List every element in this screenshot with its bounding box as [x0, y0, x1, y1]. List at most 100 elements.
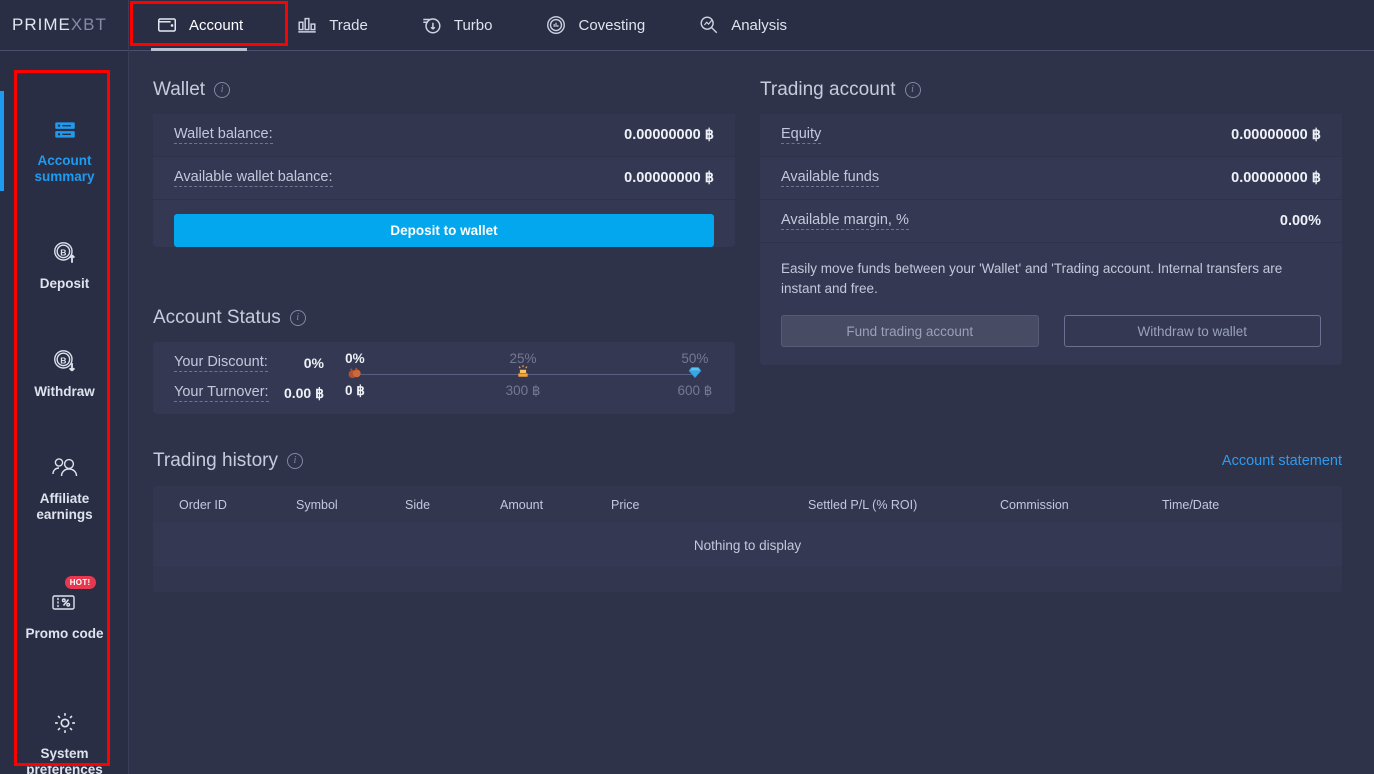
main-content: Wallet i Wallet balance: 0.00000000 ฿ Av… — [129, 51, 1374, 774]
trading-history-header: Trading history i Account statement — [153, 450, 1342, 472]
transfer-note: Easily move funds between your 'Wallet' … — [781, 261, 1283, 296]
wallet-card: Wallet balance: 0.00000000 ฿ Available w… — [153, 114, 735, 247]
fund-trading-account-button[interactable]: Fund trading account — [781, 315, 1039, 347]
transfer-buttons: Fund trading account Withdraw to wallet — [760, 299, 1342, 347]
logo-xbt: XBT — [70, 15, 107, 34]
account-status-card: Your Discount: 0% Your Turnover: 0.00 ฿ … — [153, 342, 735, 414]
bitcoin-down-icon: B — [51, 344, 79, 378]
available-margin-row: Available margin, % 0.00% — [760, 200, 1342, 243]
wallet-section: Wallet i Wallet balance: 0.00000000 ฿ Av… — [153, 79, 735, 263]
turnover-line: Your Turnover: 0.00 ฿ — [174, 378, 324, 408]
covesting-icon — [544, 13, 568, 37]
tier-2-amount-wrap: 600 ฿ — [677, 382, 712, 400]
people-icon — [50, 451, 80, 485]
wallet-title: Wallet — [153, 79, 206, 100]
sidebar-item-account-summary[interactable]: Account summary — [12, 113, 117, 185]
column-header-price[interactable]: Price — [611, 498, 808, 512]
table-header-row: Order ID Symbol Side Amount Price Settle… — [153, 486, 1342, 523]
column-header-amount[interactable]: Amount — [500, 498, 611, 512]
column-header-symbol[interactable]: Symbol — [296, 498, 405, 512]
main-nav-tabs: Account Trade Turbo Covesting Analysis — [129, 0, 813, 51]
svg-text:B: B — [60, 356, 66, 366]
available-margin-label[interactable]: Available margin, % — [781, 212, 909, 230]
left-sidebar: Account summary B Deposit B Withdraw Aff… — [0, 51, 129, 774]
nav-tab-turbo[interactable]: Turbo — [394, 0, 519, 51]
account-status-section: Account Status i Your Discount: 0% Your … — [153, 307, 735, 414]
column-header-time-date[interactable]: Time/Date — [1162, 498, 1219, 512]
sidebar-item-label: Withdraw — [34, 384, 95, 399]
tier-amount: 0 ฿ — [344, 383, 365, 398]
nav-tab-covesting[interactable]: Covesting — [518, 0, 671, 51]
trading-history-title-row: Trading history i — [153, 450, 303, 472]
top-header: PRIMEXBT Account Trade Turbo Covesting A… — [0, 0, 1374, 51]
your-turnover-value: 0.00 ฿ — [283, 384, 324, 401]
column-header-side[interactable]: Side — [405, 498, 500, 512]
your-discount-label[interactable]: Your Discount: — [174, 354, 268, 372]
withdraw-to-wallet-button[interactable]: Withdraw to wallet — [1063, 315, 1321, 347]
your-discount-value: 0% — [303, 355, 324, 371]
analysis-icon — [697, 13, 721, 37]
account-statement-link[interactable]: Account statement — [1222, 453, 1342, 469]
available-funds-label[interactable]: Available funds — [781, 169, 880, 187]
server-icon — [52, 113, 78, 147]
gear-icon — [51, 706, 79, 740]
sidebar-item-affiliate-earnings[interactable]: Affiliate earnings — [12, 451, 117, 523]
sidebar-active-indicator — [0, 91, 4, 191]
equity-label[interactable]: Equity — [781, 126, 822, 144]
column-header-order-id[interactable]: Order ID — [179, 498, 296, 512]
app-root: PRIMEXBT Account Trade Turbo Covesting A… — [0, 0, 1374, 774]
available-wallet-balance-label[interactable]: Available wallet balance: — [174, 169, 333, 187]
bitcoin-up-icon: B — [51, 236, 79, 270]
column-header-settled-pl[interactable]: Settled P/L (% ROI) — [808, 498, 1000, 512]
tier-amount: 600 ฿ — [677, 383, 713, 398]
wallet-balance-label[interactable]: Wallet balance: — [174, 126, 273, 144]
wallet-title-row: Wallet i — [153, 79, 735, 101]
available-wallet-balance-value: 0.00000000 ฿ — [624, 170, 714, 186]
nav-tab-label: Covesting — [578, 16, 646, 34]
discount-line: Your Discount: 0% — [174, 348, 324, 378]
nav-tab-label: Analysis — [731, 16, 788, 34]
sidebar-item-label: Affiliate earnings — [36, 491, 93, 522]
account-status-metrics: Your Discount: 0% Your Turnover: 0.00 ฿ — [174, 348, 324, 408]
sidebar-item-system-preferences[interactable]: System preferences — [12, 706, 117, 774]
wallet-balance-row: Wallet balance: 0.00000000 ฿ — [153, 114, 735, 157]
tier-amount: 300 ฿ — [505, 383, 541, 398]
info-icon[interactable]: i — [289, 310, 306, 326]
info-icon[interactable]: i — [214, 82, 231, 98]
nav-tab-label: Trade — [329, 16, 368, 34]
trading-account-title: Trading account — [760, 79, 896, 100]
column-header-commission[interactable]: Commission — [1000, 498, 1162, 512]
nav-tab-analysis[interactable]: Analysis — [671, 0, 813, 51]
deposit-to-wallet-button[interactable]: Deposit to wallet — [174, 214, 714, 247]
trading-history-title: Trading history — [153, 450, 278, 471]
logo-text: PRIMEXBT — [12, 15, 107, 35]
nav-tab-account[interactable]: Account — [129, 0, 269, 51]
available-wallet-balance-row: Available wallet balance: 0.00000000 ฿ — [153, 157, 735, 200]
equity-row: Equity 0.00000000 ฿ — [760, 114, 1342, 157]
trading-history-section: Trading history i Account statement Orde… — [153, 450, 1342, 592]
primexbt-logo[interactable]: PRIMEXBT — [0, 0, 129, 51]
info-icon[interactable]: i — [904, 82, 921, 98]
sidebar-item-label: Account summary — [34, 153, 95, 184]
svg-text:B: B — [60, 248, 66, 258]
info-icon[interactable]: i — [286, 453, 303, 469]
sidebar-item-promo-code[interactable]: HOT! Promo code — [12, 576, 117, 642]
trading-account-title-row: Trading account i — [760, 79, 1342, 101]
sidebar-item-deposit[interactable]: B Deposit — [12, 236, 117, 292]
sidebar-item-withdraw[interactable]: B Withdraw — [12, 344, 117, 400]
available-funds-row: Available funds 0.00000000 ฿ — [760, 157, 1342, 200]
trading-history-table: Order ID Symbol Side Amount Price Settle… — [153, 486, 1342, 592]
tier-1-amount-wrap: 300 ฿ — [506, 382, 541, 400]
tier-progress: 0% 25% 50% 0 ฿ 300 ฿ 600 ฿ — [332, 342, 714, 414]
logo-prime: PRIME — [12, 15, 71, 34]
sidebar-item-label: System preferences — [26, 746, 103, 774]
sidebar-item-label: Deposit — [39, 276, 90, 291]
nav-tab-trade[interactable]: Trade — [269, 0, 394, 51]
your-turnover-label[interactable]: Your Turnover: — [174, 384, 269, 402]
available-funds-value: 0.00000000 ฿ — [1231, 170, 1321, 186]
nav-tab-label: Turbo — [453, 16, 493, 34]
account-status-title: Account Status — [153, 307, 281, 328]
trading-account-section: Trading account i Equity 0.00000000 ฿ Av… — [760, 79, 1342, 365]
turbo-icon — [420, 13, 444, 37]
trading-account-card: Equity 0.00000000 ฿ Available funds 0.00… — [760, 114, 1342, 365]
